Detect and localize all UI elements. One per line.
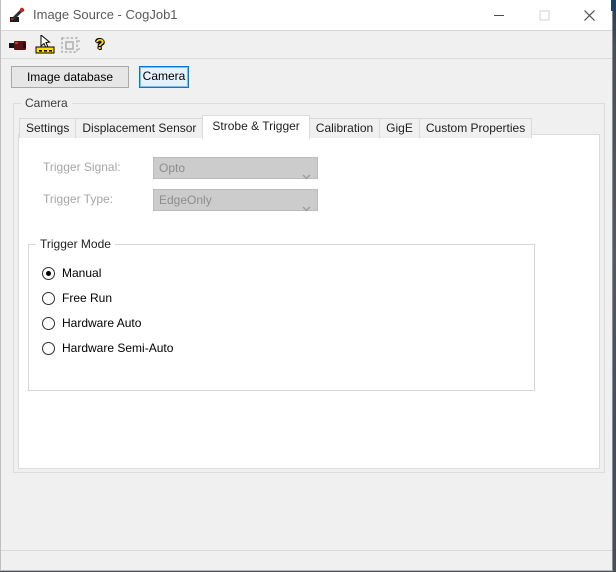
tab-settings[interactable]: Settings xyxy=(19,118,77,138)
radio-hardware-auto[interactable]: Hardware Auto xyxy=(42,315,141,331)
radio-free-run[interactable]: Free Run xyxy=(42,290,112,306)
acquire-camera-icon[interactable] xyxy=(7,33,31,57)
radio-button-icon[interactable] xyxy=(42,316,55,330)
camera-tabstrip: Settings Displacement Sensor Strobe & Tr… xyxy=(19,112,533,139)
maximize-button xyxy=(522,0,567,30)
app-icon xyxy=(9,7,26,24)
trigger-signal-value: Opto xyxy=(159,161,186,175)
camera-groupbox: Camera Settings Displacement Sensor Stro… xyxy=(13,96,605,473)
background-corner xyxy=(611,0,616,11)
image-database-button[interactable]: Image database xyxy=(11,66,129,88)
help-icon[interactable]: ? xyxy=(89,33,111,57)
trigger-type-dropdown: EdgeOnly xyxy=(153,189,318,212)
toolbar: ? xyxy=(1,31,612,59)
pointer-ruler-setup-icon[interactable] xyxy=(33,33,57,57)
trigger-mode-groupbox: Trigger Mode Manual Free Run Hardware Au… xyxy=(28,237,535,391)
radio-hardware-auto-label: Hardware Auto xyxy=(62,316,142,330)
radio-free-run-label: Free Run xyxy=(62,291,113,305)
radio-manual-label: Manual xyxy=(62,266,102,280)
bottom-divider xyxy=(1,550,612,551)
radio-manual[interactable]: Manual xyxy=(42,265,101,281)
trigger-type-label: Trigger Type: xyxy=(43,192,114,206)
trigger-type-value: EdgeOnly xyxy=(159,193,212,207)
tab-gige[interactable]: GigE xyxy=(379,118,420,138)
minimize-button[interactable] xyxy=(477,0,522,30)
image-source-dialog: Image Source - CogJob1 ? Image database … xyxy=(0,0,613,571)
titlebar: Image Source - CogJob1 xyxy=(1,0,612,31)
close-button[interactable] xyxy=(567,0,612,30)
window-title: Image Source - CogJob1 xyxy=(33,7,178,22)
trigger-signal-label: Trigger Signal: xyxy=(43,160,121,174)
chevron-down-icon xyxy=(302,198,311,218)
trigger-signal-dropdown: Opto xyxy=(153,157,318,180)
tab-strobe-trigger[interactable]: Strobe & Trigger xyxy=(202,115,310,139)
live-display-icon[interactable] xyxy=(59,33,83,57)
radio-hardware-semi-auto[interactable]: Hardware Semi-Auto xyxy=(42,340,173,356)
radio-button-icon[interactable] xyxy=(42,341,55,355)
camera-groupbox-label: Camera xyxy=(21,96,72,110)
trigger-mode-label: Trigger Mode xyxy=(36,237,115,251)
chevron-down-icon xyxy=(302,166,311,186)
tab-calibration[interactable]: Calibration xyxy=(308,118,381,138)
radio-button-icon[interactable] xyxy=(42,266,55,280)
camera-button[interactable]: Camera xyxy=(139,66,189,88)
strobe-trigger-panel: Trigger Signal: Opto Trigger Type: EdgeO… xyxy=(18,134,600,469)
tab-displacement-sensor[interactable]: Displacement Sensor xyxy=(75,118,204,138)
radio-hardware-semi-auto-label: Hardware Semi-Auto xyxy=(62,341,174,355)
tab-custom-properties[interactable]: Custom Properties xyxy=(418,118,533,138)
radio-button-icon[interactable] xyxy=(42,291,55,305)
